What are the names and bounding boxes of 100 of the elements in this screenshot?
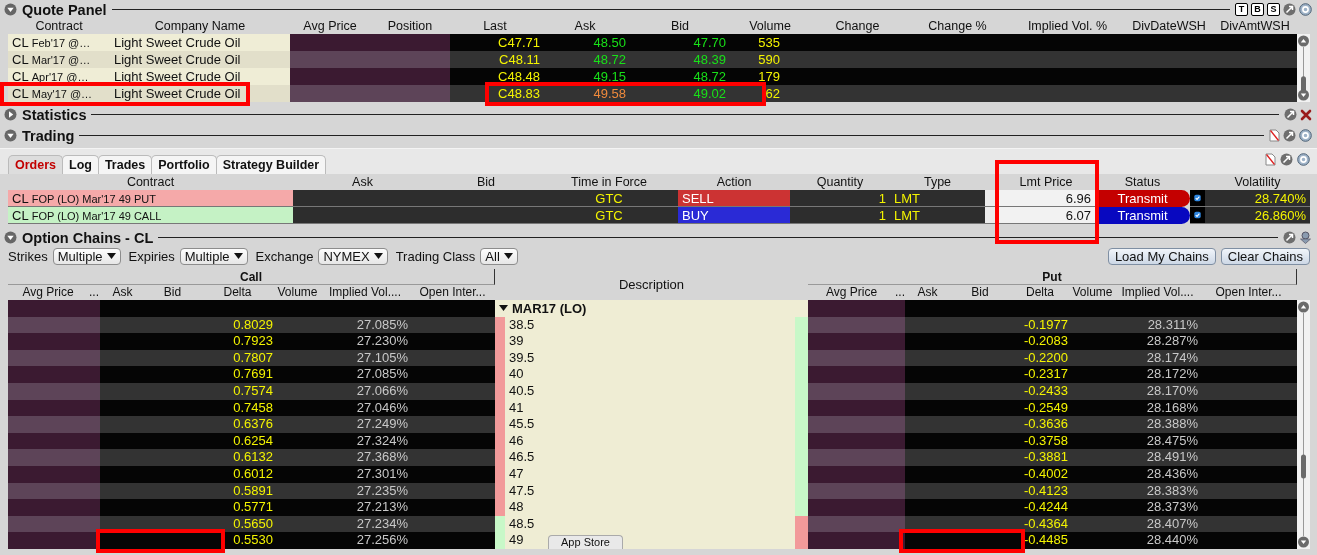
dropdown[interactable]: All bbox=[480, 247, 518, 265]
section-title: Trading bbox=[22, 127, 75, 144]
section-title: Option Chains - CL bbox=[22, 229, 154, 246]
action-button[interactable]: Clear Chains bbox=[1220, 247, 1310, 265]
column-header: Quantity bbox=[815, 174, 865, 190]
column-header: Avg Price bbox=[302, 18, 358, 34]
table-cell: -0.3636 bbox=[1010, 416, 1070, 433]
column-header: Time in Force bbox=[570, 174, 648, 190]
table-cell: 0.6132 bbox=[200, 449, 275, 466]
table-cell: 48.39 bbox=[630, 51, 730, 68]
table-cell: LMT bbox=[890, 190, 985, 207]
close-icon[interactable] bbox=[1300, 108, 1312, 121]
table-cell: 6.96 bbox=[997, 190, 1095, 207]
scrollbar[interactable] bbox=[1297, 300, 1310, 549]
action-button[interactable]: Load My Chains bbox=[1107, 247, 1216, 265]
caret-icon bbox=[106, 253, 116, 259]
scrollbar[interactable] bbox=[1297, 34, 1310, 102]
dropdown[interactable]: NYMEX bbox=[318, 247, 388, 265]
toggle-icon[interactable] bbox=[4, 3, 17, 16]
column-header: Implied Vol. % bbox=[1026, 18, 1109, 34]
table-cell: 27.249% bbox=[320, 416, 410, 433]
table-cell: 590 bbox=[730, 51, 810, 68]
checkbox[interactable] bbox=[1194, 209, 1201, 221]
tab[interactable]: Portfolio bbox=[151, 155, 217, 174]
table-cell: CL FOP (LO) Mar'17 49 PUT bbox=[8, 190, 293, 207]
column-header: Type bbox=[922, 174, 953, 190]
table-cell: 62 bbox=[730, 85, 810, 102]
expand-caret-icon[interactable] bbox=[499, 304, 508, 312]
table-cell: 28.440% bbox=[1115, 532, 1200, 549]
table-cell: 27.085% bbox=[320, 366, 410, 383]
toggle-icon[interactable] bbox=[4, 108, 17, 121]
checkbox[interactable] bbox=[1194, 192, 1201, 204]
toggle-icon[interactable] bbox=[4, 129, 17, 142]
table-cell: Light Sweet Crude Oil bbox=[110, 34, 290, 51]
table-cell: 27.368% bbox=[320, 449, 410, 466]
column-header: Ask bbox=[573, 18, 597, 34]
column-header: Put bbox=[808, 269, 1297, 285]
tab[interactable]: Orders bbox=[8, 155, 63, 174]
toggle-icon[interactable] bbox=[4, 231, 17, 244]
table-cell: 27.256% bbox=[320, 532, 410, 549]
table-cell: 28.491% bbox=[1115, 449, 1200, 466]
table-cell: C47.71 bbox=[450, 34, 540, 51]
detach-icon[interactable] bbox=[1280, 153, 1293, 166]
table-cell: 0.7691 bbox=[200, 366, 275, 383]
column-header: Bid bbox=[475, 174, 497, 190]
table-cell: BUY bbox=[678, 207, 790, 224]
table-cell bbox=[100, 416, 145, 433]
table-cell: 0.5771 bbox=[200, 499, 275, 516]
pin-icon[interactable] bbox=[1299, 231, 1312, 244]
letter-button[interactable]: S bbox=[1267, 3, 1280, 16]
letter-button[interactable]: T bbox=[1235, 3, 1248, 16]
table-cell: GTC bbox=[540, 207, 678, 224]
help-icon[interactable] bbox=[1299, 129, 1312, 142]
column-header: DivDateWSH bbox=[1131, 18, 1207, 34]
detach-icon[interactable] bbox=[1284, 108, 1297, 121]
table-cell: 39 bbox=[505, 333, 795, 350]
table-cell: -0.2317 bbox=[1010, 366, 1070, 383]
table-cell: 535 bbox=[730, 34, 810, 51]
table-cell bbox=[905, 449, 950, 466]
table-cell: 28.388% bbox=[1115, 416, 1200, 433]
column-header: Change bbox=[834, 18, 881, 34]
table-cell: 48 bbox=[505, 499, 795, 516]
dropdown[interactable]: Multiple bbox=[52, 247, 121, 265]
table-cell: -0.2083 bbox=[1010, 333, 1070, 350]
detach-icon[interactable] bbox=[1283, 129, 1296, 142]
column-header: Status bbox=[1123, 174, 1162, 190]
page-icon[interactable] bbox=[1269, 129, 1280, 142]
table-cell: GTC bbox=[540, 190, 678, 207]
tab[interactable]: Trades bbox=[97, 155, 153, 174]
detach-icon[interactable] bbox=[1283, 3, 1296, 16]
column-header: DivAmtWSH bbox=[1219, 18, 1291, 34]
help-icon[interactable] bbox=[1299, 3, 1312, 16]
table-cell bbox=[100, 300, 145, 317]
table-cell bbox=[100, 499, 145, 516]
detach-icon[interactable] bbox=[1283, 231, 1296, 244]
table-cell bbox=[100, 449, 145, 466]
filter-label: Expiries bbox=[128, 248, 175, 264]
caret-icon bbox=[233, 253, 243, 259]
help-icon[interactable] bbox=[1297, 153, 1310, 166]
table-cell: -0.3881 bbox=[1010, 449, 1070, 466]
dropdown[interactable]: Multiple bbox=[179, 247, 248, 265]
letter-button[interactable]: B bbox=[1251, 3, 1264, 16]
column-header: Contract bbox=[125, 174, 176, 190]
table-cell: CL Mar'17 @… bbox=[8, 51, 110, 68]
table-cell: 27.213% bbox=[320, 499, 410, 516]
table-cell bbox=[905, 333, 950, 350]
column-header: Position bbox=[386, 18, 434, 34]
tab[interactable]: Strategy Builder bbox=[215, 155, 327, 174]
table-cell: 0.6376 bbox=[200, 416, 275, 433]
caret-icon bbox=[373, 253, 383, 259]
tab[interactable]: Log bbox=[62, 155, 99, 174]
page-icon[interactable] bbox=[1265, 153, 1276, 166]
table-cell: 48.50 bbox=[540, 34, 630, 51]
column-header: Change % bbox=[927, 18, 988, 34]
table-cell: 1 bbox=[790, 207, 890, 224]
column-header: Call bbox=[8, 269, 495, 285]
table-cell bbox=[905, 499, 950, 516]
filter-label: Exchange bbox=[255, 248, 314, 264]
table-cell bbox=[905, 300, 950, 317]
table-cell bbox=[905, 416, 950, 433]
